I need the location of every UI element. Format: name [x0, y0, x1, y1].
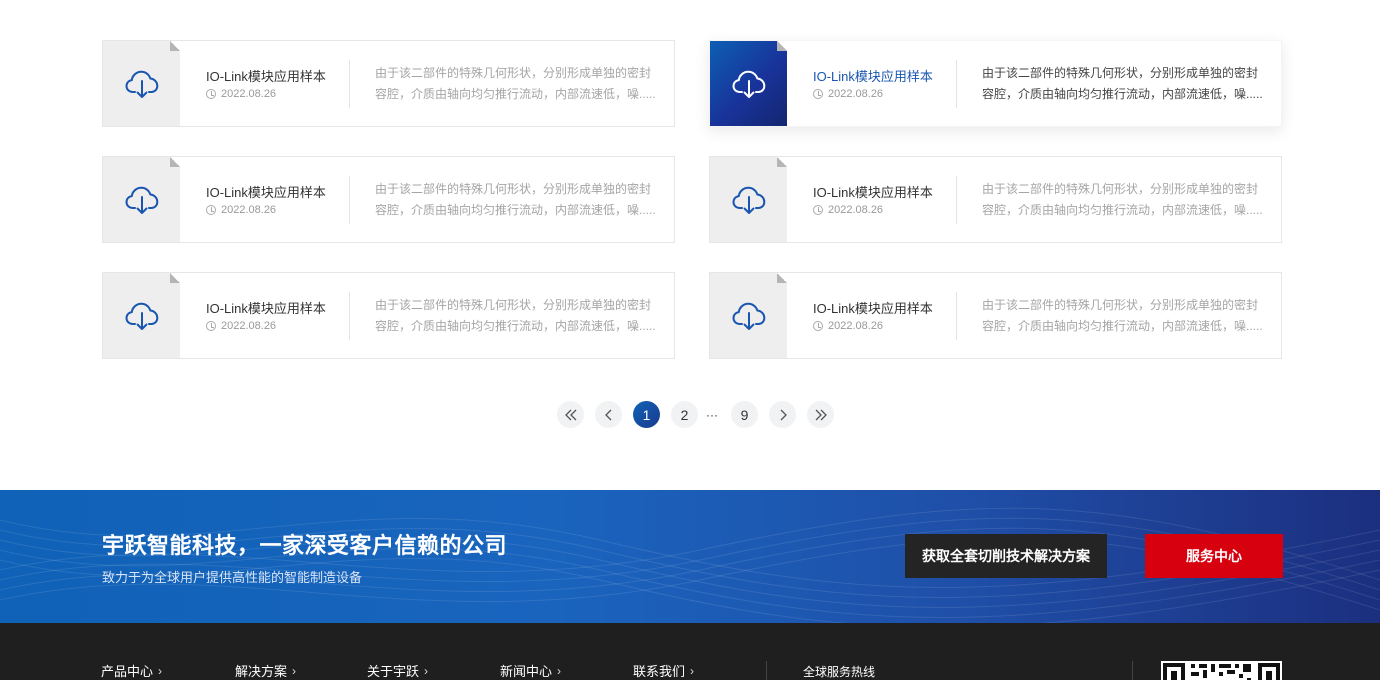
card-divider	[956, 60, 957, 108]
download-card[interactable]: IO-Link模块应用样本 2022.08.26 由于该二部件的特殊几何形状，分别形…	[709, 40, 1282, 127]
chevron-right-icon: ›	[690, 663, 695, 678]
cloud-download-icon	[125, 70, 158, 98]
page-1-button[interactable]: 1	[633, 401, 660, 428]
chevron-right-icon: ›	[292, 663, 297, 678]
download-card[interactable]: IO-Link模块应用样本 2022.08.26 由于该二部件的特殊几何形状，分别形…	[709, 272, 1282, 359]
download-card[interactable]: IO-Link模块应用样本 2022.08.26 由于该二部件的特殊几何形状，分别形…	[102, 40, 675, 127]
download-icon-box	[710, 157, 787, 242]
page-corner-fold	[170, 273, 180, 283]
qr-code-icon	[1161, 661, 1282, 680]
card-divider	[349, 60, 350, 108]
card-date: 2022.08.26	[206, 88, 276, 100]
date-text: 2022.08.26	[828, 88, 884, 100]
page-2-button[interactable]: 2	[671, 401, 698, 428]
next-page-button[interactable]	[769, 401, 796, 428]
page-corner-fold	[170, 157, 180, 167]
card-date: 2022.08.26	[206, 320, 276, 332]
card-title[interactable]: IO-Link模块应用样本	[206, 66, 326, 85]
double-chevron-right-icon	[815, 409, 827, 420]
footer-divider	[766, 661, 767, 680]
card-title[interactable]: IO-Link模块应用样本	[813, 66, 933, 85]
first-page-button[interactable]	[557, 401, 584, 428]
download-card[interactable]: IO-Link模块应用样本 2022.08.26 由于该二部件的特殊几何形状，分别形…	[102, 272, 675, 359]
clock-icon	[206, 205, 216, 215]
service-center-button[interactable]: 服务中心	[1145, 534, 1283, 578]
get-solution-button[interactable]: 获取全套切削技术解决方案	[905, 534, 1107, 578]
chevron-right-icon: ›	[424, 663, 429, 678]
hotline-label: 全球服务热线	[803, 665, 876, 679]
download-card[interactable]: IO-Link模块应用样本 2022.08.26 由于该二部件的特殊几何形状，分别形…	[709, 156, 1282, 243]
page-9-button[interactable]: 9	[731, 401, 758, 428]
footer-nav-label: 解决方案	[235, 664, 288, 679]
footer-nav-label: 联系我们	[633, 664, 686, 679]
chevron-left-icon	[604, 409, 611, 420]
download-icon-box	[103, 157, 180, 242]
chevron-right-icon: ›	[557, 663, 562, 678]
footer-nav-about[interactable]: 关于宇跃 ›	[367, 661, 428, 680]
footer-nav-news[interactable]: 新闻中心 ›	[500, 661, 561, 680]
clock-icon	[813, 89, 823, 99]
clock-icon	[813, 205, 823, 215]
page-corner-fold	[170, 41, 180, 51]
download-icon-box	[103, 273, 180, 358]
cloud-download-icon	[125, 302, 158, 330]
footer-nav-label: 关于宇跃	[367, 664, 420, 679]
date-text: 2022.08.26	[221, 204, 277, 216]
card-date: 2022.08.26	[813, 320, 883, 332]
banner-subtitle: 致力于为全球用户提供高性能的智能制造设备	[102, 570, 363, 585]
footer-nav-products[interactable]: 产品中心 ›	[101, 661, 162, 680]
date-text: 2022.08.26	[221, 88, 277, 100]
card-divider	[349, 292, 350, 340]
footer-nav-label: 产品中心	[101, 664, 154, 679]
date-text: 2022.08.26	[828, 320, 884, 332]
double-chevron-left-icon	[564, 409, 576, 420]
footer-divider	[1132, 661, 1133, 680]
clock-icon	[206, 321, 216, 331]
card-date: 2022.08.26	[813, 88, 883, 100]
pagination: 1 2 ··· 9	[557, 401, 845, 428]
card-title[interactable]: IO-Link模块应用样本	[813, 182, 933, 201]
page-corner-fold	[777, 41, 787, 51]
clock-icon	[813, 321, 823, 331]
footer-nav-label: 新闻中心	[500, 664, 553, 679]
card-title[interactable]: IO-Link模块应用样本	[206, 298, 326, 317]
footer: 产品中心 › 解决方案 › 关于宇跃 › 新闻中心 › 联系我们 › 全球服务热线	[0, 623, 1380, 680]
page-corner-fold	[777, 157, 787, 167]
cta-banner: 宇跃智能科技，一家深受客户信赖的公司 致力于为全球用户提供高性能的智能制造设备 …	[0, 490, 1380, 623]
cloud-download-icon	[732, 302, 765, 330]
card-divider	[956, 292, 957, 340]
card-description: 由于该二部件的特殊几何形状，分别形成单独的密封容腔，介质由轴向均匀推行流动，内部…	[982, 298, 1263, 333]
pagination-ellipsis: ···	[706, 407, 718, 422]
cloud-download-icon	[732, 70, 765, 98]
date-text: 2022.08.26	[828, 204, 884, 216]
prev-page-button[interactable]	[595, 401, 622, 428]
card-description: 由于该二部件的特殊几何形状，分别形成单独的密封容腔，介质由轴向均匀推行流动，内部…	[375, 298, 656, 333]
banner-title: 宇跃智能科技，一家深受客户信赖的公司	[102, 533, 508, 558]
card-divider	[349, 176, 350, 224]
card-date: 2022.08.26	[813, 204, 883, 216]
card-title[interactable]: IO-Link模块应用样本	[813, 298, 933, 317]
download-card[interactable]: IO-Link模块应用样本 2022.08.26 由于该二部件的特殊几何形状，分别形…	[102, 156, 675, 243]
qr-code-pattern	[1163, 663, 1280, 680]
chevron-right-icon	[780, 409, 787, 420]
card-divider	[956, 176, 957, 224]
card-description: 由于该二部件的特殊几何形状，分别形成单独的密封容腔，介质由轴向均匀推行流动，内部…	[375, 66, 656, 101]
date-text: 2022.08.26	[221, 320, 277, 332]
download-icon-box	[103, 41, 180, 126]
download-icon-box	[710, 273, 787, 358]
footer-nav-solutions[interactable]: 解决方案 ›	[235, 661, 296, 680]
page-corner-fold	[777, 273, 787, 283]
card-description: 由于该二部件的特殊几何形状，分别形成单独的密封容腔，介质由轴向均匀推行流动，内部…	[375, 182, 656, 217]
cloud-download-icon	[732, 186, 765, 214]
footer-nav-contact[interactable]: 联系我们 ›	[633, 661, 694, 680]
card-description: 由于该二部件的特殊几何形状，分别形成单独的密封容腔，介质由轴向均匀推行流动，内部…	[982, 66, 1263, 101]
chevron-right-icon: ›	[158, 663, 163, 678]
cloud-download-icon	[125, 186, 158, 214]
card-title[interactable]: IO-Link模块应用样本	[206, 182, 326, 201]
download-icon-box	[710, 41, 787, 126]
card-description: 由于该二部件的特殊几何形状，分别形成单独的密封容腔，介质由轴向均匀推行流动，内部…	[982, 182, 1263, 217]
card-date: 2022.08.26	[206, 204, 276, 216]
clock-icon	[206, 89, 216, 99]
last-page-button[interactable]	[807, 401, 834, 428]
